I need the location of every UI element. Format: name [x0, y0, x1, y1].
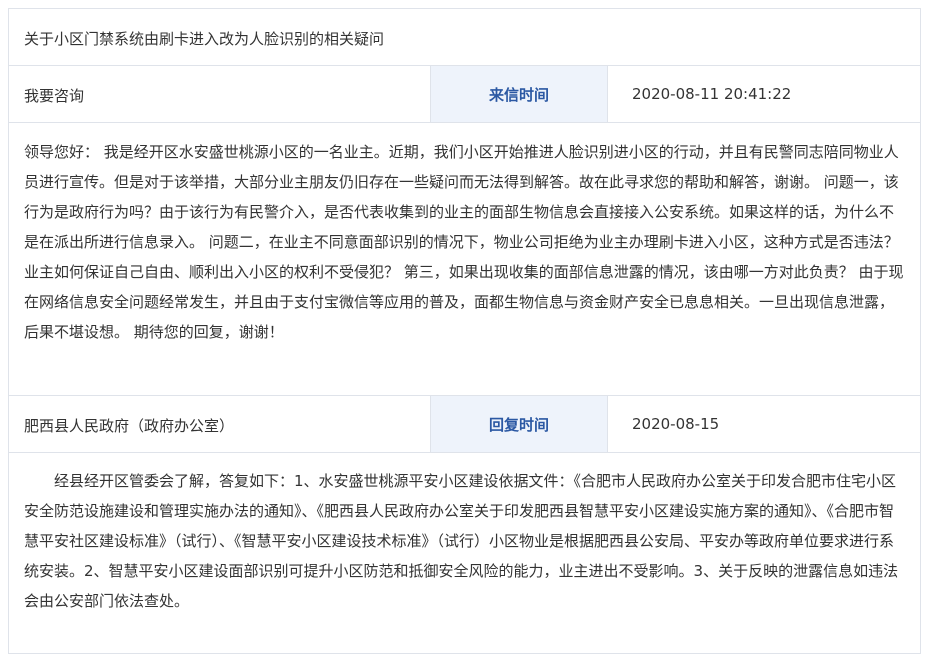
reply-meta-row: 肥西县人民政府（政府办公室） 回复时间 2020-08-15 [8, 395, 921, 452]
inquiry-content: 领导您好： 我是经开区水安盛世桃源小区的一名业主。近期，我们小区开始推进人脸识别… [24, 143, 904, 341]
reply-date: 2020-08-15 [632, 415, 720, 433]
inquiry-meta-row: 我要咨询 来信时间 2020-08-11 20:41:22 [8, 65, 921, 122]
inquiry-date: 2020-08-11 20:41:22 [632, 85, 792, 103]
inquiry-date-label: 来信时间 [430, 66, 608, 122]
table-bottom-border [8, 653, 921, 654]
reply-content: 经县经开区管委会了解，答复如下：1、水安盛世桃源平安小区建设依据文件：《合肥市人… [24, 472, 899, 610]
inquiry-type: 我要咨询 [24, 87, 85, 105]
reply-content-row: 经县经开区管委会了解，答复如下：1、水安盛世桃源平安小区建设依据文件：《合肥市人… [8, 452, 921, 653]
letter-title: 关于小区门禁系统由刷卡进入改为人脸识别的相关疑问 [24, 30, 385, 48]
reply-date-label: 回复时间 [430, 396, 608, 452]
letter-title-row: 关于小区门禁系统由刷卡进入改为人脸识别的相关疑问 [8, 8, 921, 65]
inquiry-content-row: 领导您好： 我是经开区水安盛世桃源小区的一名业主。近期，我们小区开始推进人脸识别… [8, 122, 921, 395]
reply-department: 肥西县人民政府（政府办公室） [24, 417, 235, 435]
